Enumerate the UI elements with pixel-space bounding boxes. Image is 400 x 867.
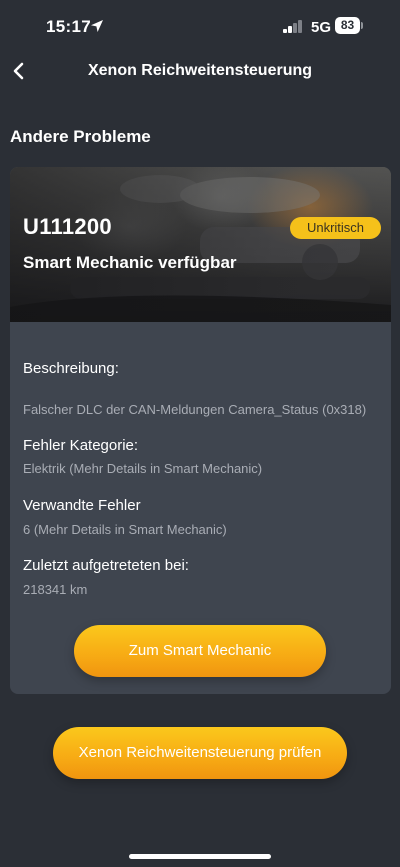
error-card: U111200 Smart Mechanic verfügbar Unkriti… [10,167,391,694]
cellular-signal-icon [283,20,303,33]
severity-badge: Unkritisch [290,217,381,239]
hero-overlay [10,167,391,322]
status-bar: 15:17 5G 83 [0,0,400,54]
battery-level: 83 [340,18,355,32]
error-code: U111200 [23,214,112,239]
related-errors-label: Verwandte Fehler [23,497,141,514]
category-value: Elektrik (Mehr Details in Smart Mechanic… [23,461,263,476]
engine-hero-image: U111200 Smart Mechanic verfügbar Unkriti… [10,167,391,322]
description-label: Beschreibung: [23,360,119,377]
location-arrow-icon [91,20,103,32]
screen: 15:17 5G 83 Xenon Reichweitensteuerung A… [0,0,400,867]
related-errors-value: 6 (Mehr Details in Smart Mechanic) [23,522,227,537]
section-title: Andere Probleme [10,127,151,146]
last-occurred-value: 218341 km [23,582,88,597]
check-xenon-button[interactable]: Xenon Reichweitensteuerung prüfen [53,727,347,779]
nav-bar: Xenon Reichweitensteuerung [0,54,400,88]
home-indicator[interactable] [129,854,271,859]
network-label: 5G [311,19,332,36]
last-occurred-label: Zuletzt aufgetreteten bei: [23,557,189,574]
category-label: Fehler Kategorie: [23,437,139,454]
smart-mechanic-button[interactable]: Zum Smart Mechanic [74,625,326,677]
page-title: Xenon Reichweitensteuerung [87,62,313,79]
smart-mechanic-availability: Smart Mechanic verfügbar [23,253,237,272]
description-value: Falscher DLC der CAN-Meldungen Camera_St… [23,402,367,417]
status-time: 15:17 [46,17,91,36]
battery-icon: 83 [335,17,363,34]
